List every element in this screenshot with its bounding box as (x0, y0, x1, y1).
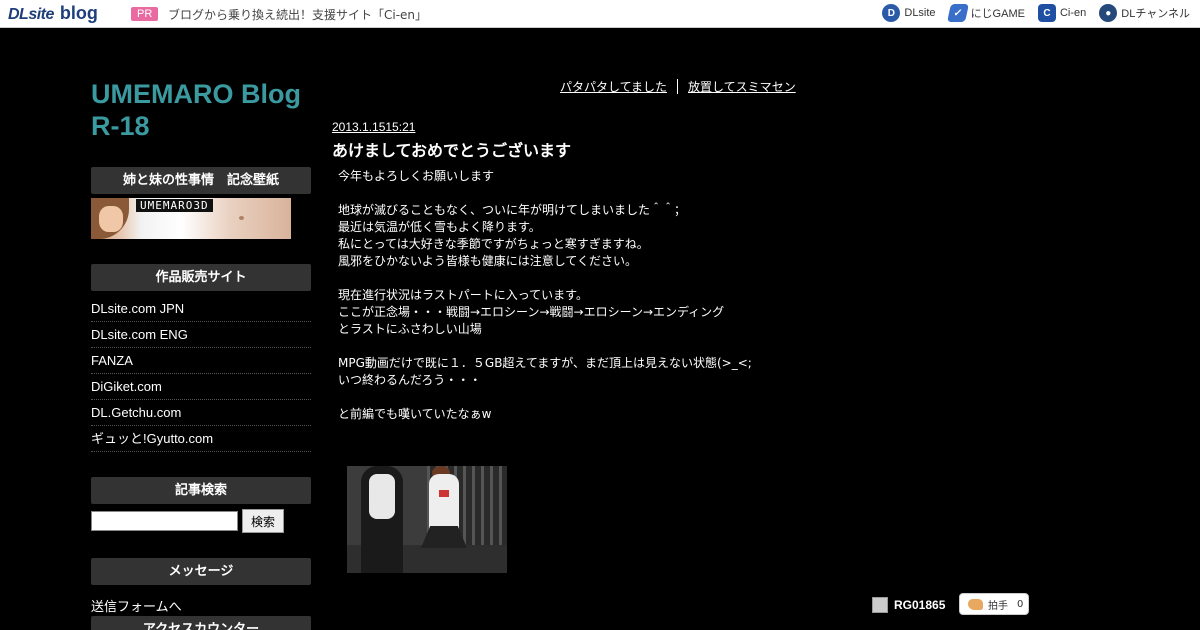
logo-dl-text: DLsite (8, 6, 54, 23)
next-post-link[interactable]: 放置してスミマセン (688, 78, 796, 95)
service-link-label: にじGAME (970, 8, 1025, 20)
top-bar: DLsite blog PR ブログから乗り換え続出！支援サイト「Ci-en」 … (0, 0, 1200, 28)
service-link-label: DLチャンネル (1121, 8, 1190, 20)
niji-game-icon: ✓ (946, 4, 969, 22)
blog-title[interactable]: UMEMARO Blog R-18 (91, 78, 321, 142)
post-line: いつ終わるんだろう・・・ (338, 373, 482, 387)
post-image[interactable] (347, 466, 507, 573)
clap-label: 拍手 (988, 600, 1008, 612)
pr-ad-link[interactable]: ブログから乗り換え続出！支援サイト「Ci-en」 (168, 6, 427, 23)
dlsite-blog-logo[interactable]: DLsite blog (8, 3, 98, 24)
post-line (338, 270, 838, 287)
post-title: あけましておめでとうございます (332, 141, 572, 160)
search-input[interactable] (91, 511, 238, 531)
post-line: とラストにふさわしい山場 (338, 322, 482, 336)
service-link-niji-game[interactable]: ✓ にじGAME (946, 4, 1025, 22)
message-heading: メッセージ (91, 558, 311, 585)
clap-button[interactable]: 拍手 0 (959, 593, 1029, 615)
post-pager: パタパタしてました 放置してスミマセン (560, 78, 796, 95)
banner-brand-text: UMEMARO3D (136, 199, 213, 212)
avatar (872, 597, 888, 613)
shop-list: DLsite.com JPN DLsite.com ENG FANZA DiGi… (91, 296, 311, 452)
counter-heading: アクセスカウンター (91, 616, 311, 630)
post-line: 現在進行状況はラストパートに入っています。 (338, 288, 588, 302)
banner-heading: 姉と妹の性事情 記念壁紙 (91, 167, 311, 194)
post-line: 地球が滅びることもなく、ついに年が明けてしまいました＾＾； (338, 203, 687, 217)
shops-heading: 作品販売サイト (91, 264, 311, 291)
post-date[interactable]: 2013.1.1515:21 (332, 120, 415, 134)
prev-post-link[interactable]: パタパタしてました (560, 78, 667, 95)
post-author[interactable]: RG01865 (872, 597, 945, 613)
post-line: ここが正念場・・・戦闘→エロシーン→戦闘→エロシーン→エンディング (338, 305, 725, 319)
service-link-label: DLsite (904, 7, 936, 19)
dlsite-icon: D (882, 4, 901, 22)
post-line: と前編でも嘆いていたなぁw (338, 407, 492, 421)
post-line (338, 338, 838, 355)
post-line: 今年もよろしくお願いします (338, 169, 495, 183)
service-link-label: Ci-en (1059, 7, 1087, 19)
shop-link[interactable]: DiGiket.com (91, 374, 311, 400)
pager-divider (677, 79, 679, 94)
service-link-ci-en[interactable]: C Ci-en (1037, 4, 1087, 22)
pr-badge: PR (131, 7, 159, 21)
service-link-dl-channel[interactable]: ● DLチャンネル (1099, 4, 1190, 22)
wallpaper-banner[interactable]: UMEMARO3D (91, 198, 291, 239)
post-line: 風邪をひかないよう皆様も健康には注意してください。 (338, 254, 638, 268)
clap-hand-icon (968, 598, 983, 610)
post-line: MPG動画だけで既に１．５GB超えてますが、まだ頂上は見えない状態(>_<; (338, 356, 752, 370)
shop-link[interactable]: DL.Getchu.com (91, 400, 311, 426)
shop-link[interactable]: DLsite.com ENG (91, 322, 311, 348)
post-line: 私にとっては大好きな季節ですがちょっと寒すぎますね。 (338, 237, 649, 251)
message-form-link[interactable]: 送信フォームへ (91, 596, 182, 615)
shop-link[interactable]: FANZA (91, 348, 311, 374)
logo-blog-text: blog (59, 3, 98, 23)
service-links: D DLsite ✓ にじGAME C Ci-en ● DLチャンネル (882, 4, 1190, 22)
shop-link[interactable]: ギュッと!Gyutto.com (91, 426, 311, 452)
search-heading: 記事検索 (91, 477, 311, 504)
dl-channel-icon: ● (1099, 4, 1118, 22)
clap-count: 0 (1017, 598, 1024, 610)
post-line (338, 185, 838, 202)
post-line (338, 389, 838, 406)
post-line: 最近は気温が低く雪もよく降ります。 (338, 220, 541, 234)
search-button[interactable]: 検索 (242, 509, 284, 533)
shop-link[interactable]: DLsite.com JPN (91, 296, 311, 322)
ci-en-icon: C (1037, 4, 1056, 22)
service-link-dlsite[interactable]: D DLsite (882, 4, 936, 22)
post-body: 今年もよろしくお願いします 地球が滅びることもなく、ついに年が明けてしまいました… (338, 168, 838, 423)
author-name: RG01865 (894, 598, 946, 612)
